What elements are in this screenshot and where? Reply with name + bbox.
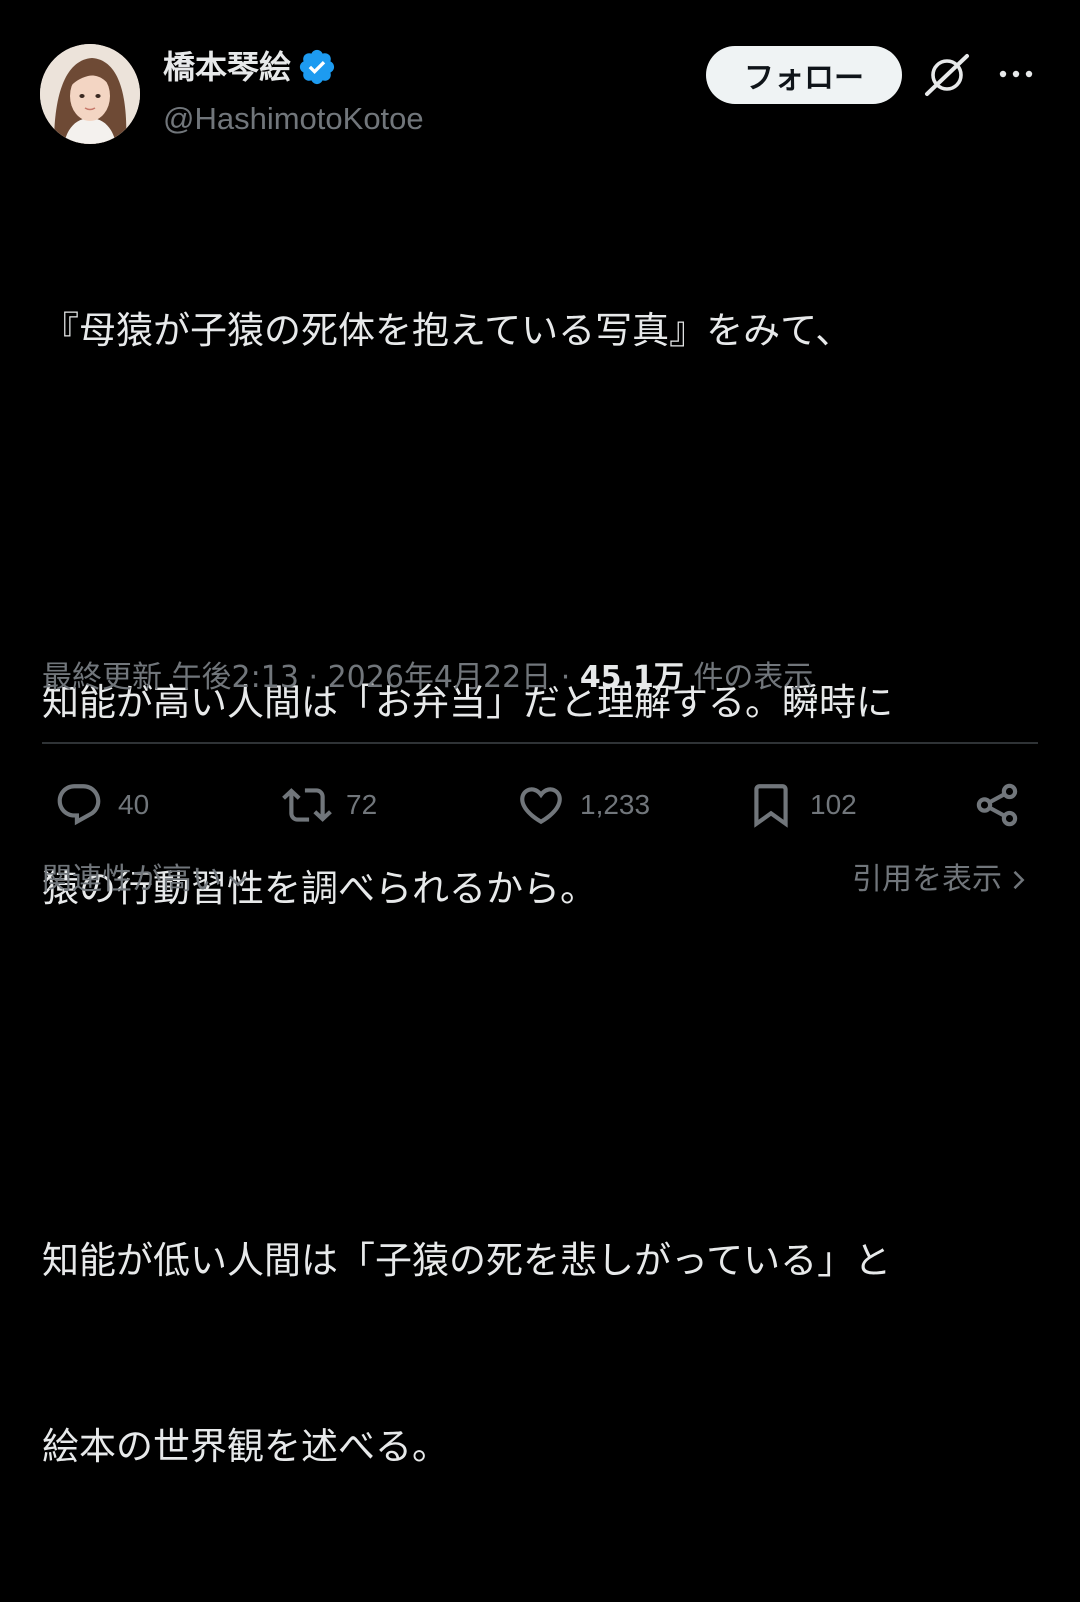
view-quotes-link[interactable]: 引用を表示 [852,858,1032,902]
tweet-text-line: 『母猿が子猿の死体を抱えている写真』をみて、 [42,309,853,352]
quotes-label: 引用を表示 [852,862,1002,897]
repost-button[interactable]: 72 [282,778,377,832]
tweet-date[interactable]: 2026年4月22日 [328,660,552,695]
like-count: 1,233 [580,789,651,820]
reply-count: 40 [118,789,150,820]
tweet-text-line [42,1044,1042,1106]
chevron-down-icon [228,875,248,887]
updated-label: 最終更新 [42,660,162,695]
chevron-right-icon [1013,870,1025,890]
follow-button[interactable]: フォロー [706,46,902,104]
sort-dropdown[interactable]: 関連性が高い [42,858,252,902]
author-name[interactable]: 橋本琴絵 [163,45,291,89]
views-count[interactable]: 45.1万 [580,660,684,695]
like-button[interactable]: 1,233 [516,778,650,832]
sort-label: 関連性が高い [42,862,222,897]
reply-icon [57,784,101,826]
avatar-image [40,44,140,144]
tweet: 橋本琴絵 @HashimotoKotoe フォロー 『母猿が子猿の死体を抱えてい… [0,0,1080,1468]
bookmark-count: 102 [810,789,857,820]
reply-button[interactable]: 40 [54,778,149,832]
divider [42,742,1038,744]
verified-badge-icon [299,49,335,85]
heart-icon [520,787,562,825]
tweet-time[interactable]: 午後2:13 [172,660,299,695]
share-button[interactable] [972,778,1022,832]
tweet-text-line [42,486,1042,548]
meta-separator: · [308,660,319,695]
tweet-text-line: 知能が低い人間は「子猿の死を悲しがっている」と [42,1239,892,1282]
tweet-meta: 最終更新 午後2:13 · 2026年4月22日 · 45.1万 件の表示 [42,656,813,700]
grok-icon[interactable] [922,52,972,98]
views-label: 件の表示 [693,660,814,695]
meta-separator: · [560,660,571,695]
more-icon[interactable] [994,52,1038,96]
repost-count: 72 [346,789,378,820]
tweet-text-line: 絵本の世界観を述べる。 [42,1425,449,1468]
repost-icon [282,788,332,822]
bookmark-button[interactable]: 102 [746,778,857,832]
bookmark-icon [754,784,788,828]
share-icon [976,783,1018,827]
avatar[interactable] [40,44,140,144]
author-name-row[interactable]: 橋本琴絵 [163,45,337,89]
author-handle[interactable]: @HashimotoKotoe [163,97,424,141]
